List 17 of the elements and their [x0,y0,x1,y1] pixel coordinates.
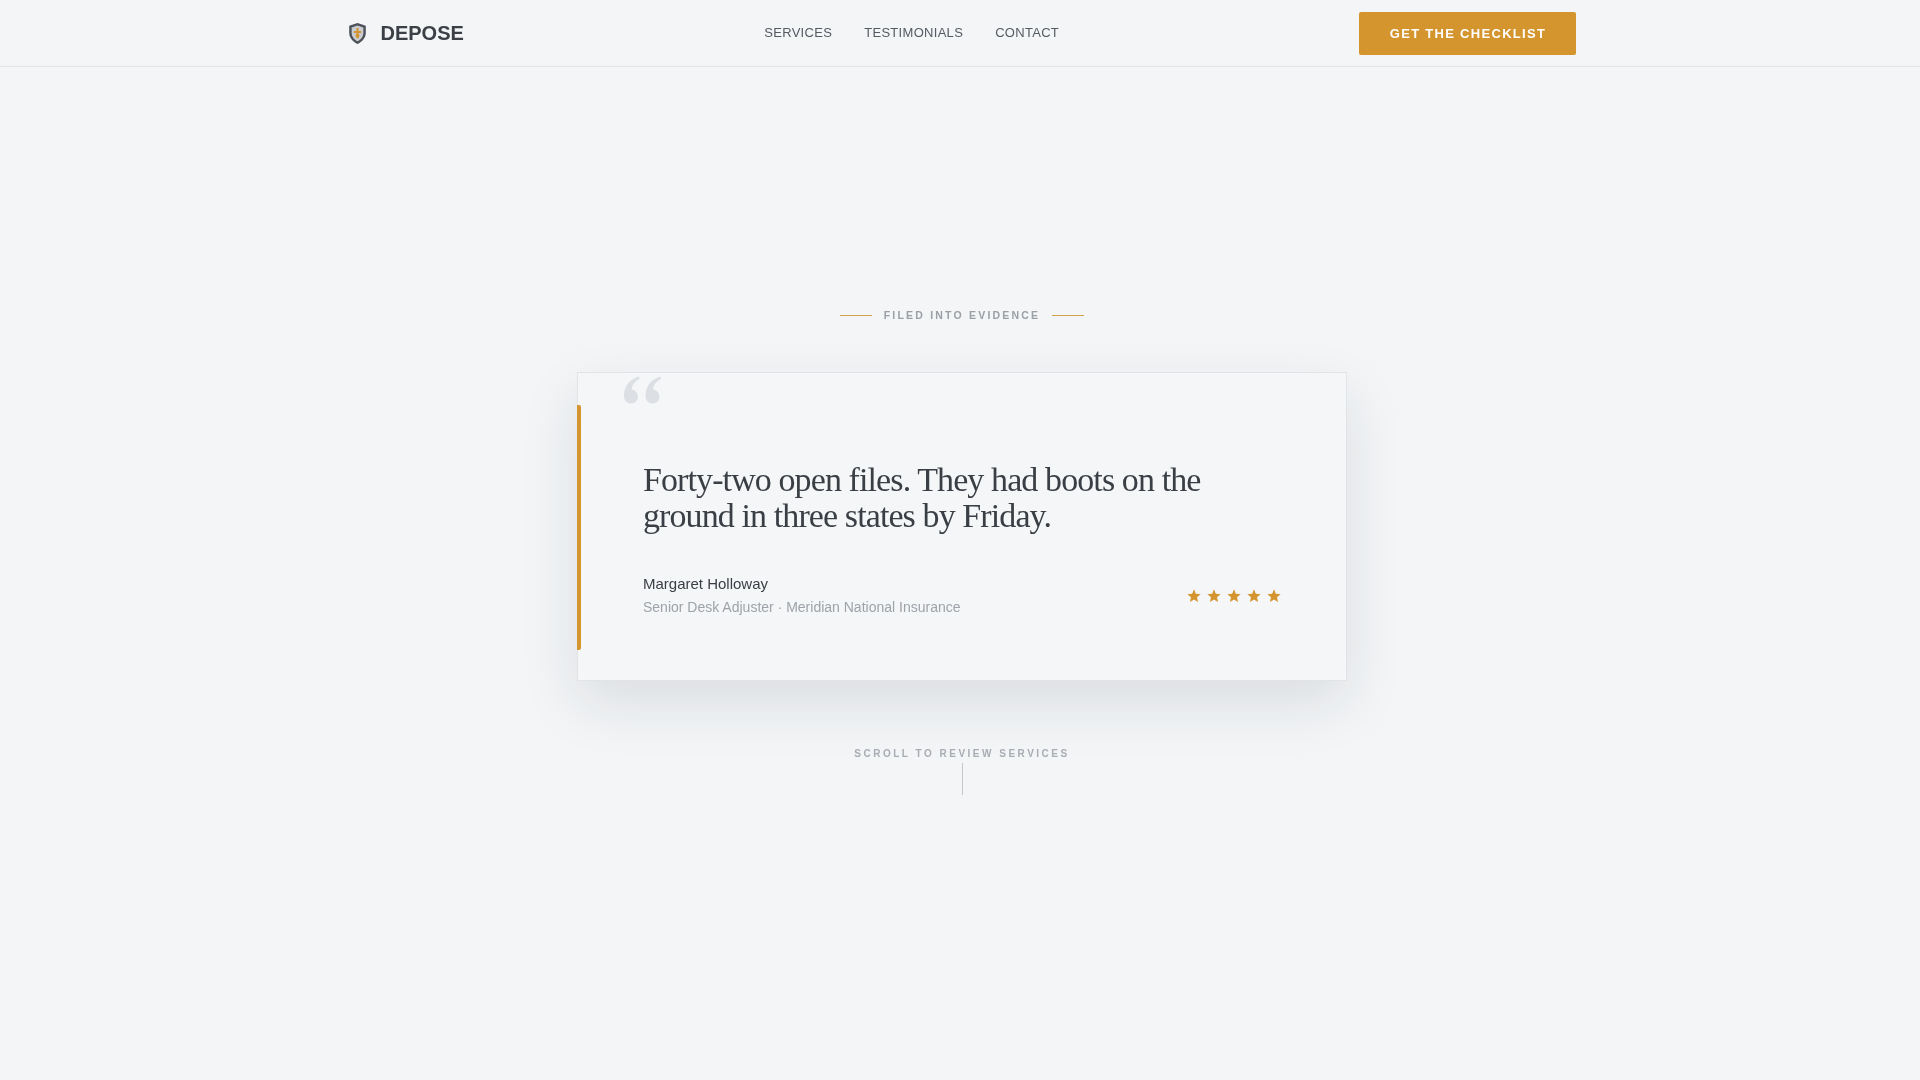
author-name: Margaret Holloway [643,574,770,594]
nav-link[interactable]: TESTIMONIALS [864,25,964,41]
star-icon [1207,588,1221,603]
shield-icon [348,22,366,44]
star-icon [1227,588,1241,603]
quote-mark-icon [623,376,663,404]
section-eyebrow: FILED INTO EVIDENCE [883,308,1041,322]
star-icon [1247,588,1261,603]
nav-link[interactable]: CONTACT [995,25,1060,41]
star-icon [1187,588,1201,603]
star-icon [1267,588,1281,603]
scroll-line [961,763,963,795]
scroll-hint: SCROLL TO REVIEW SERVICES [854,747,1070,761]
nav-link[interactable]: SERVICES [764,25,833,41]
brand-name[interactable]: DEPOSE [380,21,464,45]
testimonial-quote: Forty-two open files. They had boots on the ground in three states by Friday. [643,462,1202,534]
author-role: Senior Desk Adjuster · Meridian National Insurance [643,598,961,617]
